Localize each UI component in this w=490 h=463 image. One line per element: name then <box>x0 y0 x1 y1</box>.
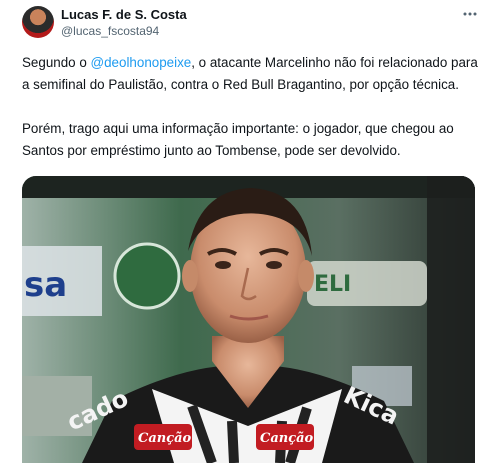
avatar[interactable] <box>22 6 54 38</box>
svg-text:ELI: ELI <box>314 272 351 297</box>
tweet-paragraph-1: Segundo o @deolhonopeixe, o atacante Mar… <box>22 52 482 96</box>
author-handle[interactable]: @lucas_fscosta94 <box>61 24 159 38</box>
tweet-p1-start: Segundo o <box>22 55 91 70</box>
mention-link[interactable]: @deolhonopeixe <box>91 55 192 70</box>
author-name[interactable]: Lucas F. de S. Costa <box>61 7 187 22</box>
tweet-text: Segundo o @deolhonopeixe, o atacante Mar… <box>22 52 482 162</box>
sponsor-left: Canção <box>138 431 192 446</box>
tweet-photo[interactable]: sa ELI Canção Canção cado Kica <box>22 176 475 463</box>
sponsor-right: Canção <box>260 431 314 446</box>
tweet-paragraph-2: Porém, trago aqui uma informação importa… <box>22 121 454 158</box>
more-icon[interactable] <box>460 4 480 24</box>
tweet: Lucas F. de S. Costa @lucas_fscosta94 Se… <box>0 0 490 463</box>
photo-illustration: sa ELI Canção Canção cado Kica <box>22 176 475 463</box>
svg-text:sa: sa <box>24 265 67 305</box>
